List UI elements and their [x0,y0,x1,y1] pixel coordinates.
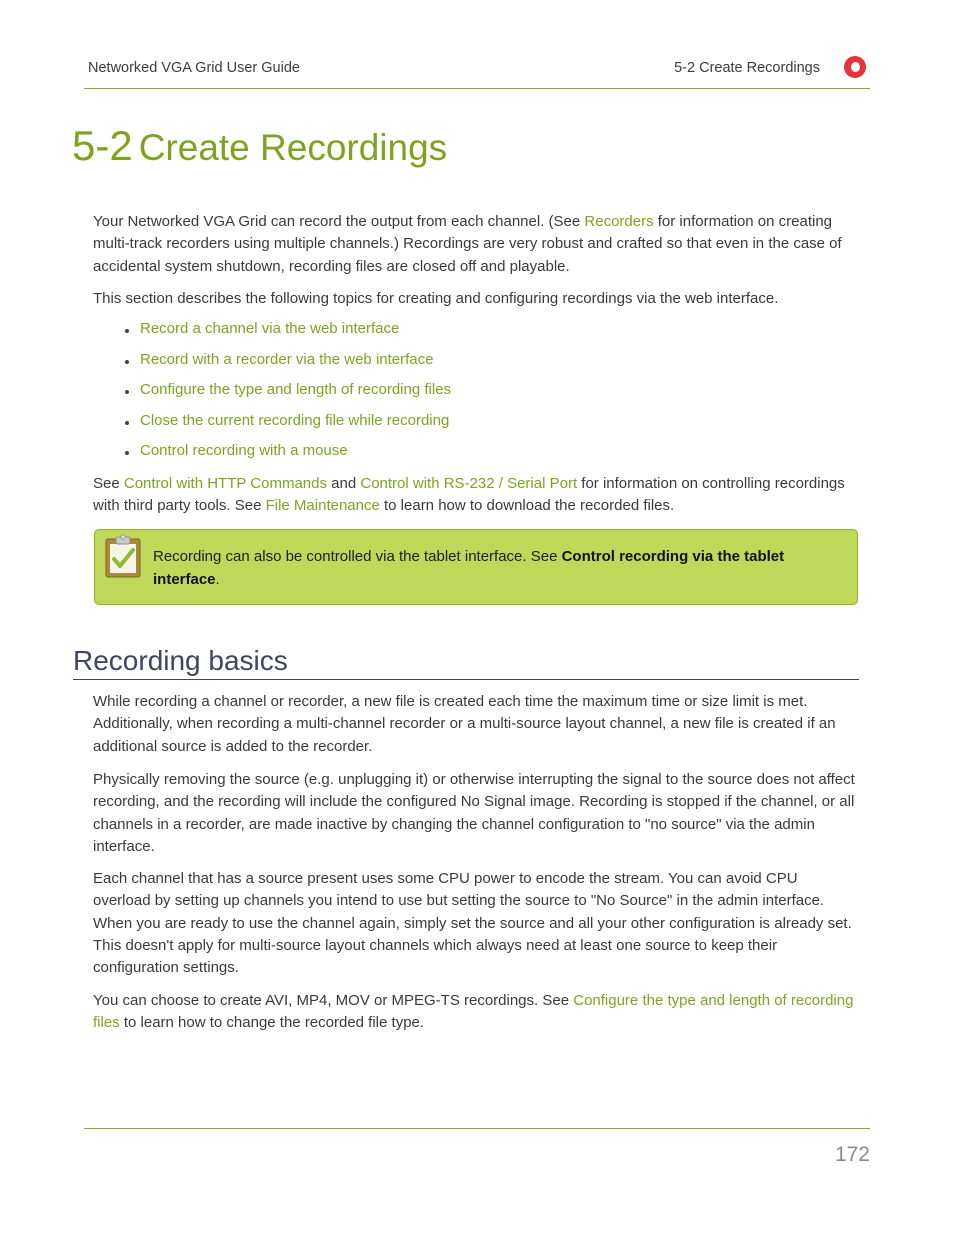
list-item: Record with a recorder via the web inter… [118,349,451,380]
note-end: . [215,571,220,588]
basics-paragraph-3: Each channel that has a source present u… [93,870,852,977]
recording-basics-heading: Recording basics [73,644,859,680]
rs232-link[interactable]: Control with RS-232 / Serial Port [360,475,577,492]
http-commands-link[interactable]: Control with HTTP Commands [124,475,327,492]
topic-link[interactable]: Control recording with a mouse [140,440,348,462]
list-item: Record a channel via the web interface [118,318,451,349]
topics-intro: This section describes the following top… [93,290,779,307]
bullet-icon [125,390,129,394]
file-maintenance-link[interactable]: File Maintenance [266,497,380,514]
guide-title: Networked VGA Grid User Guide [88,60,300,76]
page-header: Networked VGA Grid User Guide 5-2 Create… [84,56,870,89]
topic-link[interactable]: Configure the type and length of recordi… [140,379,451,401]
intro-paragraph: Your Networked VGA Grid can record the o… [93,211,858,278]
bullet-icon [125,420,129,425]
list-item: Close the current recording file while r… [118,410,451,441]
bullet-icon [125,329,129,333]
list-item: Configure the type and length of recordi… [118,379,451,410]
intro-text: Your Networked VGA Grid can record the o… [93,213,585,230]
record-icon [844,56,866,78]
topic-link[interactable]: Record with a recorder via the web inter… [140,349,433,371]
recorders-link[interactable]: Recorders [584,213,653,230]
note-text: Recording can also be controlled via the… [153,545,833,591]
basics-paragraph-4: You can choose to create AVI, MP4, MOV o… [93,990,858,1035]
text: to learn how to download the recorded fi… [379,497,675,515]
topics-list: Record a channel via the web interface R… [118,318,451,471]
text: See [93,475,124,492]
topic-link[interactable]: Close the current recording file while r… [140,410,449,432]
text: You can choose to create AVI, MP4, MOV o… [93,992,574,1009]
topic-link[interactable]: Record a channel via the web interface [140,318,399,340]
text: to learn how to change the recorded file… [119,1014,425,1032]
basics-paragraph-1: While recording a channel or recorder, a… [93,693,836,755]
basics-paragraph-2: Physically removing the source (e.g. unp… [93,771,855,855]
page-footer: 172 [84,1128,870,1166]
clipboard-check-icon [105,534,141,578]
see-also-paragraph: See Control with HTTP Commands and Contr… [93,473,858,518]
text: and [326,475,361,492]
list-item: Control recording with a mouse [118,440,451,471]
section-heading: Create Recordings [138,127,448,168]
note-body: Recording can also be controlled via the… [153,548,562,565]
bullet-icon [125,359,129,364]
section-number: 5-2 [72,122,133,169]
page-number: 172 [834,1143,870,1166]
note-box: Recording can also be controlled via the… [94,529,858,605]
bullet-icon [125,451,129,455]
section-title: 5-2 Create Recordings [674,60,820,76]
page-title: 5-2 Create Recordings [72,122,447,170]
